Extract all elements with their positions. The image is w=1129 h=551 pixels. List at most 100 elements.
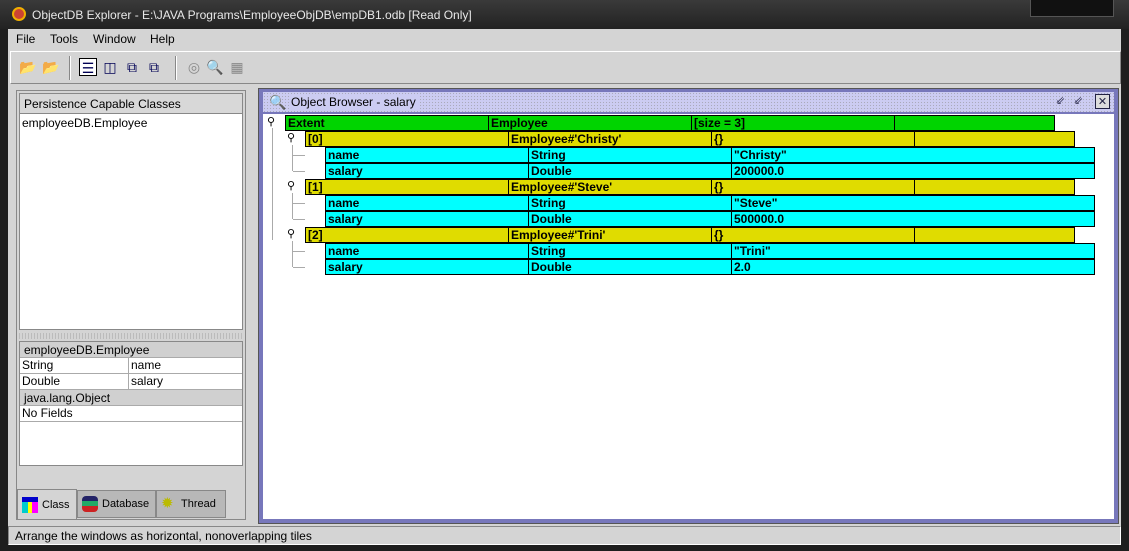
tab-database[interactable]: Database: [77, 490, 156, 518]
close-icon[interactable]: ✕: [1095, 94, 1110, 109]
toolbar: 📂 📂 ☰ ◫ ⧉ ⧉ ◎ 🔍 ▦: [10, 51, 1121, 84]
window-title: ObjectDB Explorer - E:\JAVA Programs\Emp…: [32, 8, 472, 22]
extent-label: Extent: [285, 115, 488, 131]
field-row[interactable]: name String "Steve": [325, 195, 1095, 211]
object-cell: Employee#'Trini': [508, 227, 711, 243]
expand-knob-icon[interactable]: ⚲: [287, 179, 297, 193]
field-cell: "Steve": [731, 195, 1095, 211]
object-cell: {}: [711, 227, 914, 243]
field-type: Double: [20, 374, 129, 389]
tree-line: [292, 241, 293, 267]
class-item[interactable]: employeeDB.Employee: [20, 114, 242, 132]
field-cell: salary: [325, 163, 528, 179]
object-row[interactable]: [0] Employee#'Christy'{}: [305, 131, 1075, 147]
toolbar-separator: [175, 56, 177, 80]
object-cell: [0]: [305, 131, 508, 147]
tab-label: Database: [102, 498, 150, 510]
field-cell: Double: [528, 163, 731, 179]
object-browser-titlebar[interactable]: 🔍 Object Browser - salary ⇙ ⇙ ✕: [263, 92, 1114, 112]
table-icon[interactable]: ▦: [228, 58, 246, 76]
cascade-icon[interactable]: ⧉: [123, 58, 141, 76]
open-folder-readonly-icon[interactable]: 📂: [42, 58, 60, 76]
tab-label: Thread: [181, 498, 216, 510]
field-row[interactable]: name String "Christy": [325, 147, 1095, 163]
object-cell: {}: [711, 179, 914, 195]
field-type: String: [20, 358, 129, 373]
tile-horizontal-icon[interactable]: ☰: [79, 58, 97, 76]
field-cell: salary: [325, 259, 528, 275]
field-row[interactable]: salary Double 500000.0: [325, 211, 1095, 227]
query-icon[interactable]: 🔍: [206, 58, 224, 76]
object-cell: Employee#'Steve': [508, 179, 711, 195]
app-window: File Tools Window Help 📂 📂 ☰ ◫ ⧉ ⧉ ◎ 🔍 ▦…: [8, 29, 1121, 545]
object-cell: [1]: [305, 179, 508, 195]
classes-header: Persistence Capable Classes: [20, 94, 242, 114]
field-name: name: [131, 358, 162, 372]
field-cell: Double: [528, 211, 731, 227]
class-hierarchy-icon: [22, 496, 38, 513]
extent-row[interactable]: Extent Employee [size = 3]: [285, 115, 1055, 131]
tab-thread[interactable]: ✹ Thread: [156, 490, 226, 518]
magnifier-icon: 🔍: [269, 94, 287, 110]
tab-class[interactable]: Class: [17, 489, 77, 519]
object-row[interactable]: [2] Employee#'Trini'{}: [305, 227, 1075, 243]
field-cell: String: [528, 243, 731, 259]
object-browser-window: 🔍 Object Browser - salary ⇙ ⇙ ✕ ⚲ Extent…: [258, 88, 1119, 524]
field-row: Double salary: [20, 374, 242, 390]
tree-line: [293, 155, 305, 156]
tree-line: [293, 171, 305, 172]
field-cell: name: [325, 195, 528, 211]
tree-line: [292, 193, 293, 219]
field-cell: "Christy": [731, 147, 1095, 163]
object-row[interactable]: [1] Employee#'Steve'{}: [305, 179, 1075, 195]
tab-label: Class: [42, 498, 70, 511]
field-row[interactable]: salary Double 2.0: [325, 259, 1095, 275]
toolbar-separator: [69, 56, 71, 80]
field-row[interactable]: salary Double 200000.0: [325, 163, 1095, 179]
tree-line: [272, 128, 273, 240]
object-pad: [914, 131, 1075, 147]
expand-knob-icon[interactable]: ⚲: [287, 131, 297, 145]
field-cell: 2.0: [731, 259, 1095, 275]
menu-bar: File Tools Window Help: [8, 29, 1121, 50]
expand-knob-icon[interactable]: ⚲: [287, 227, 297, 241]
menu-help[interactable]: Help: [150, 32, 175, 46]
expand-knob-icon[interactable]: ⚲: [267, 115, 277, 129]
left-panel: Persistence Capable Classes employeeDB.E…: [16, 90, 246, 520]
field-cell: "Trini": [731, 243, 1095, 259]
object-cell: {}: [711, 131, 914, 147]
split-divider[interactable]: [19, 333, 243, 339]
arrange-icon[interactable]: ⧉: [145, 58, 163, 76]
tile-vertical-icon[interactable]: ◫: [101, 58, 119, 76]
no-fields-row: No Fields: [20, 406, 242, 422]
field-cell: name: [325, 243, 528, 259]
field-cell: name: [325, 147, 528, 163]
menu-window[interactable]: Window: [93, 32, 136, 46]
field-cell: 500000.0: [731, 211, 1095, 227]
extent-size: [size = 3]: [691, 115, 894, 131]
title-bar: ObjectDB Explorer - E:\JAVA Programs\Emp…: [0, 0, 1129, 29]
object-tree: ⚲ Extent Employee [size = 3] ⚲ [0] Employee#…: [263, 114, 1114, 519]
fields-table: employeeDB.Employee String name Double sal…: [19, 341, 243, 466]
menu-tools[interactable]: Tools: [50, 32, 78, 46]
field-row[interactable]: name String "Trini": [325, 243, 1095, 259]
minimize-icon[interactable]: ⇙: [1053, 94, 1068, 109]
field-cell: 200000.0: [731, 163, 1095, 179]
extent-class: Employee: [488, 115, 691, 131]
tree-line: [292, 145, 293, 171]
status-bar: Arrange the windows as horizontal, nonov…: [8, 526, 1121, 545]
target-icon[interactable]: ◎: [185, 58, 203, 76]
field-cell: String: [528, 147, 731, 163]
field-cell: Double: [528, 259, 731, 275]
tree-line: [293, 267, 305, 268]
object-browser-title: Object Browser - salary: [291, 95, 420, 109]
menu-file[interactable]: File: [16, 32, 35, 46]
classes-list: Persistence Capable Classes employeeDB.E…: [19, 93, 243, 330]
window-controls[interactable]: [1030, 0, 1114, 17]
restore-icon[interactable]: ⇙: [1071, 94, 1086, 109]
open-folder-icon[interactable]: 📂: [19, 58, 37, 76]
gear-icon: ✹: [161, 495, 174, 512]
extent-pad: [894, 115, 1055, 131]
database-icon: [82, 496, 98, 512]
object-cell: [2]: [305, 227, 508, 243]
